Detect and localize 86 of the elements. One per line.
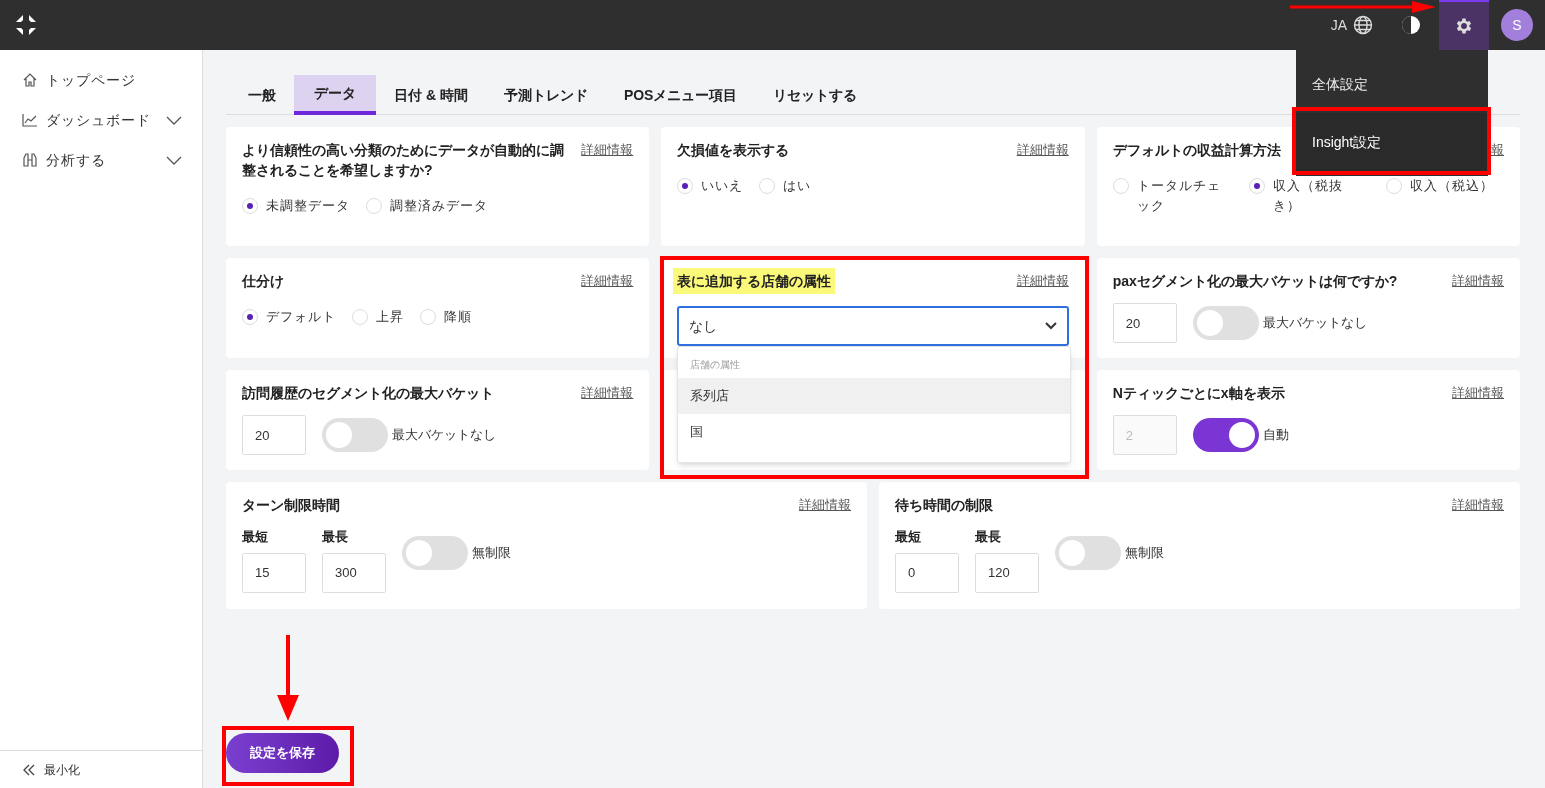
radio-button[interactable] xyxy=(1249,178,1266,194)
logo-icon xyxy=(14,13,38,37)
radio-button[interactable] xyxy=(352,309,368,325)
sidebar-item[interactable]: トップページ xyxy=(0,60,202,100)
toggle-label: 無制限 xyxy=(1125,544,1164,562)
chevron-down-icon xyxy=(1044,322,1057,330)
card-title: Nティックごとにx軸を表示 xyxy=(1112,384,1285,403)
radio-label: 調整済みデータ xyxy=(390,197,488,215)
radio-button[interactable] xyxy=(366,198,382,214)
radio-label: 未調整データ xyxy=(266,197,350,215)
card-title: デフォルトの収益計算方法 xyxy=(1112,141,1281,160)
radio-label: 降順 xyxy=(444,308,472,326)
radio-label: トータルチェック xyxy=(1136,177,1221,215)
toggle-label: 無制限 xyxy=(472,544,511,562)
store-attribute-dropdown[interactable]: なし xyxy=(677,306,1069,346)
toggle-label: 自動 xyxy=(1262,426,1289,445)
radio-label: 上昇 xyxy=(376,308,404,326)
dropdown-option[interactable]: 系列店 xyxy=(678,378,1070,414)
card-title: 訪問履歴のセグメント化の最大バケット xyxy=(242,384,494,403)
radio-button[interactable] xyxy=(242,309,258,325)
number-field[interactable]: 20 xyxy=(1112,303,1177,343)
settings-button[interactable] xyxy=(1439,0,1489,50)
tab[interactable]: POSメニュー項目 xyxy=(605,75,756,115)
toggle-switch[interactable] xyxy=(1055,535,1121,570)
toggle-switch[interactable] xyxy=(1192,306,1259,340)
save-settings-button[interactable]: 設定を保存 xyxy=(226,733,339,773)
language-label[interactable]: JA xyxy=(1330,14,1347,36)
number-field[interactable]: 15 xyxy=(242,552,306,593)
sidebar-item[interactable]: ダッシュボード xyxy=(0,100,202,140)
details-link[interactable]: 詳細情報 xyxy=(1016,140,1069,160)
field-label: 最短 xyxy=(895,528,922,546)
radio-label: 収入（税抜き） xyxy=(1273,177,1345,215)
toggle-switch[interactable] xyxy=(402,535,468,570)
tab[interactable]: 日付 & 時間 xyxy=(376,75,486,115)
radio-button[interactable] xyxy=(759,178,776,194)
card-title: 欠損値を表示する xyxy=(677,141,790,160)
details-link[interactable]: 詳細情報 xyxy=(1452,495,1504,515)
double-chevron-left-icon[interactable] xyxy=(22,763,36,776)
field-label: 最長 xyxy=(975,528,1002,546)
radio-button[interactable] xyxy=(677,178,694,194)
toggle-label: 最大バケットなし xyxy=(392,426,496,445)
details-link[interactable]: 詳細情報 xyxy=(799,495,851,515)
number-field[interactable]: 120 xyxy=(975,552,1039,593)
card-title: paxセグメント化の最大バケットは何ですか? xyxy=(1112,272,1398,291)
sidebar-item[interactable]: 分析する xyxy=(0,140,202,180)
dropdown-option[interactable]: 国 xyxy=(678,414,1070,450)
chart-icon xyxy=(22,112,38,128)
details-link[interactable]: 詳細情報 xyxy=(581,271,634,291)
half-circle-icon[interactable] xyxy=(1401,15,1421,35)
card-title: 仕分け xyxy=(242,272,284,291)
globe-icon[interactable] xyxy=(1353,15,1373,35)
radio-button[interactable] xyxy=(420,309,436,325)
radio-button[interactable] xyxy=(1112,178,1129,194)
option-group-label: 店舗の属性 xyxy=(689,358,742,372)
field-label: 最短 xyxy=(242,528,269,546)
details-link[interactable]: 報 xyxy=(1491,140,1504,160)
details-link[interactable]: 詳細情報 xyxy=(1016,271,1069,291)
radio-label: いいえ xyxy=(701,177,744,195)
tab[interactable]: 予測トレンド xyxy=(485,75,606,115)
card-title: ターン制限時間 xyxy=(242,496,340,515)
card-title: 表に追加する店舗の属性 xyxy=(673,268,836,294)
number-field[interactable]: 20 xyxy=(242,415,306,455)
details-link[interactable]: 詳細情報 xyxy=(581,140,634,160)
home-icon xyxy=(22,72,38,88)
radio-label: はい xyxy=(783,177,812,195)
binoculars-icon xyxy=(22,152,38,168)
field-label: 最長 xyxy=(322,528,349,546)
card-title: より信頼性の高い分類のためにデータが自動的に調整されることを希望しますか? xyxy=(242,141,565,180)
tab[interactable]: データ xyxy=(294,75,376,115)
tab[interactable]: リセットする xyxy=(755,75,876,115)
toggle-switch[interactable] xyxy=(322,418,388,452)
details-link[interactable]: 詳細情報 xyxy=(1452,271,1504,291)
details-link[interactable]: 詳細情報 xyxy=(581,383,634,403)
menu-item[interactable]: 全体設定 xyxy=(1296,55,1488,113)
number-field[interactable]: 0 xyxy=(895,552,959,593)
number-field[interactable]: 300 xyxy=(322,552,386,593)
radio-button[interactable] xyxy=(242,198,258,214)
settings-icon xyxy=(1454,16,1474,36)
radio-label: 収入（税込） xyxy=(1410,177,1494,195)
radio-label: デフォルト xyxy=(266,308,336,326)
card-title: 待ち時間の制限 xyxy=(895,496,993,515)
tab[interactable]: 一般 xyxy=(230,75,294,115)
menu-item[interactable]: Insight設定 xyxy=(1296,113,1488,171)
collapse-label[interactable]: 最小化 xyxy=(44,760,80,779)
toggle-label: 最大バケットなし xyxy=(1262,314,1367,333)
radio-button[interactable] xyxy=(1386,178,1402,194)
